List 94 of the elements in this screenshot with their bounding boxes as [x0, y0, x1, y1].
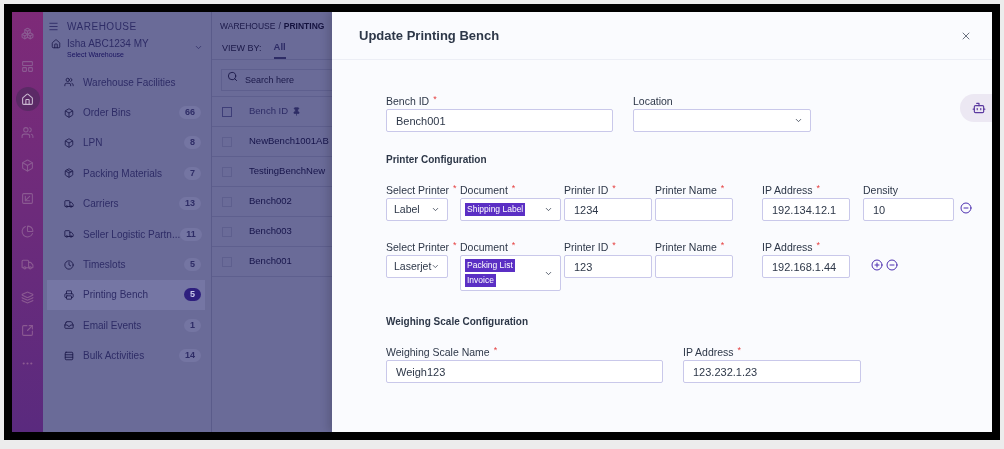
input-field[interactable]: 1234 — [564, 198, 652, 221]
count-badge: 13 — [179, 197, 201, 211]
input-field[interactable]: 192.168.1.44 — [762, 255, 850, 278]
field-label: Printer Name * — [655, 183, 725, 197]
printer-select[interactable]: Label — [386, 198, 448, 221]
mail-icon — [64, 320, 74, 331]
chevron-icon — [794, 116, 803, 125]
section-title: Weighing Scale Configuration — [386, 315, 530, 329]
count-badge: 5 — [184, 288, 201, 302]
input-field[interactable]: Weigh123 — [386, 360, 663, 383]
modal-title: Update Printing Bench — [359, 26, 500, 45]
field-label: Printer Name * — [655, 240, 725, 254]
input-field[interactable]: 10 — [863, 198, 954, 221]
document-multiselect[interactable]: Packing List Invoice — [460, 255, 561, 291]
view-tab[interactable]: All — [273, 38, 286, 59]
facilities-icon — [64, 77, 74, 88]
field-label: Select Printer * — [386, 183, 457, 197]
input-field[interactable] — [655, 255, 733, 278]
breadcrumb-separator: / — [278, 20, 281, 33]
count-badge: 7 — [184, 166, 201, 180]
field-label: Weighing Scale Name * — [386, 345, 498, 359]
table-cell: NewBench1001AB — [249, 134, 329, 149]
remove-icon[interactable] — [960, 202, 972, 214]
search-icon — [227, 71, 238, 82]
count-badge: 11 — [180, 227, 202, 241]
field-label: Bench ID * — [386, 94, 437, 108]
document-tag: Invoice — [465, 274, 496, 287]
field-label: IP Address * — [762, 240, 821, 254]
field-label: Density — [863, 183, 898, 197]
table-cell: Bench002 — [249, 194, 292, 209]
sidebar-item[interactable]: Printing Bench 5 — [47, 279, 205, 311]
clock-icon — [64, 259, 74, 270]
sidebar-item[interactable]: Bulk Activities 14 — [47, 340, 205, 371]
list-icon — [64, 350, 74, 361]
box-icon — [64, 137, 74, 148]
printer-icon — [64, 289, 74, 300]
printer-select[interactable]: Laserjet — [386, 255, 448, 278]
chevron-icon — [431, 262, 440, 271]
breadcrumb-item[interactable]: WAREHOUSE — [220, 20, 276, 33]
count-badge: 8 — [184, 136, 201, 150]
sidebar-item[interactable]: Warehouse Facilities — [47, 67, 205, 98]
field-label: Printer ID * — [564, 240, 616, 254]
sidebar-item[interactable]: Carriers 13 — [47, 188, 205, 219]
table-cell: TestingBenchNew — [249, 164, 326, 179]
sidebar-item[interactable]: Timeslots 5 — [47, 249, 205, 280]
house-icon — [51, 39, 61, 49]
input-field[interactable]: 192.134.12.1 — [762, 198, 850, 221]
section-title: Printer Configuration — [386, 153, 488, 167]
sidebar-item[interactable]: Seller Logistic Partn... 11 — [47, 218, 205, 250]
count-badge: 5 — [184, 258, 201, 272]
warehouse-name: Isha ABC1234 MY — [67, 37, 150, 50]
count-badge: 66 — [179, 106, 201, 120]
chevron-icon — [194, 43, 203, 52]
field-label: IP Address * — [762, 183, 821, 197]
input-field[interactable] — [655, 198, 733, 221]
count-badge: 14 — [179, 349, 201, 363]
package-icon — [64, 168, 74, 179]
document-tag: Shipping Label — [465, 203, 526, 216]
field-label: IP Address * — [683, 345, 742, 359]
warehouse-nav-icon[interactable] — [15, 87, 40, 111]
sidebar-item[interactable]: Packing Materials 7 — [47, 158, 205, 189]
count-badge: 1 — [184, 318, 201, 332]
field-label: Location — [633, 94, 673, 108]
box-icon — [64, 107, 74, 118]
document-tag: Packing List — [465, 259, 515, 272]
field-label: Document * — [460, 183, 516, 197]
checkbox[interactable] — [222, 106, 232, 117]
remove-icon[interactable] — [886, 259, 898, 271]
menu-icon[interactable] — [48, 20, 59, 32]
sidebar-item[interactable]: Order Bins 66 — [47, 97, 205, 128]
field-label: Document * — [460, 240, 516, 254]
input-field[interactable]: Bench001 — [386, 109, 613, 132]
truck-icon — [64, 229, 74, 240]
pin-icon[interactable] — [292, 107, 302, 116]
input-field[interactable]: 123 — [564, 255, 652, 278]
search-field[interactable]: Search here — [221, 69, 332, 91]
chevron-icon — [431, 205, 440, 214]
location-dropdown[interactable] — [633, 109, 811, 132]
sidebar-title: WAREHOUSE — [67, 19, 137, 34]
assistant-bot-icon[interactable] — [960, 94, 992, 122]
input-field[interactable]: 123.232.1.23 — [683, 360, 861, 383]
document-multiselect[interactable]: Shipping Label — [460, 198, 561, 221]
field-label: Printer ID * — [564, 183, 616, 197]
table-cell: Bench003 — [249, 224, 292, 239]
sidebar-item[interactable]: Email Events 1 — [47, 310, 205, 341]
truck-icon — [64, 198, 74, 209]
breadcrumb-item[interactable]: PRINTING — [283, 20, 325, 33]
chevron-icon — [544, 205, 553, 214]
column-header[interactable]: Bench ID — [249, 104, 289, 119]
view-by-label: VIEW BY: — [222, 41, 262, 55]
add-icon[interactable] — [871, 259, 883, 271]
sidebar-item[interactable]: LPN 8 — [47, 127, 205, 159]
table-cell: Bench001 — [249, 254, 292, 269]
field-label: Select Printer * — [386, 240, 457, 254]
